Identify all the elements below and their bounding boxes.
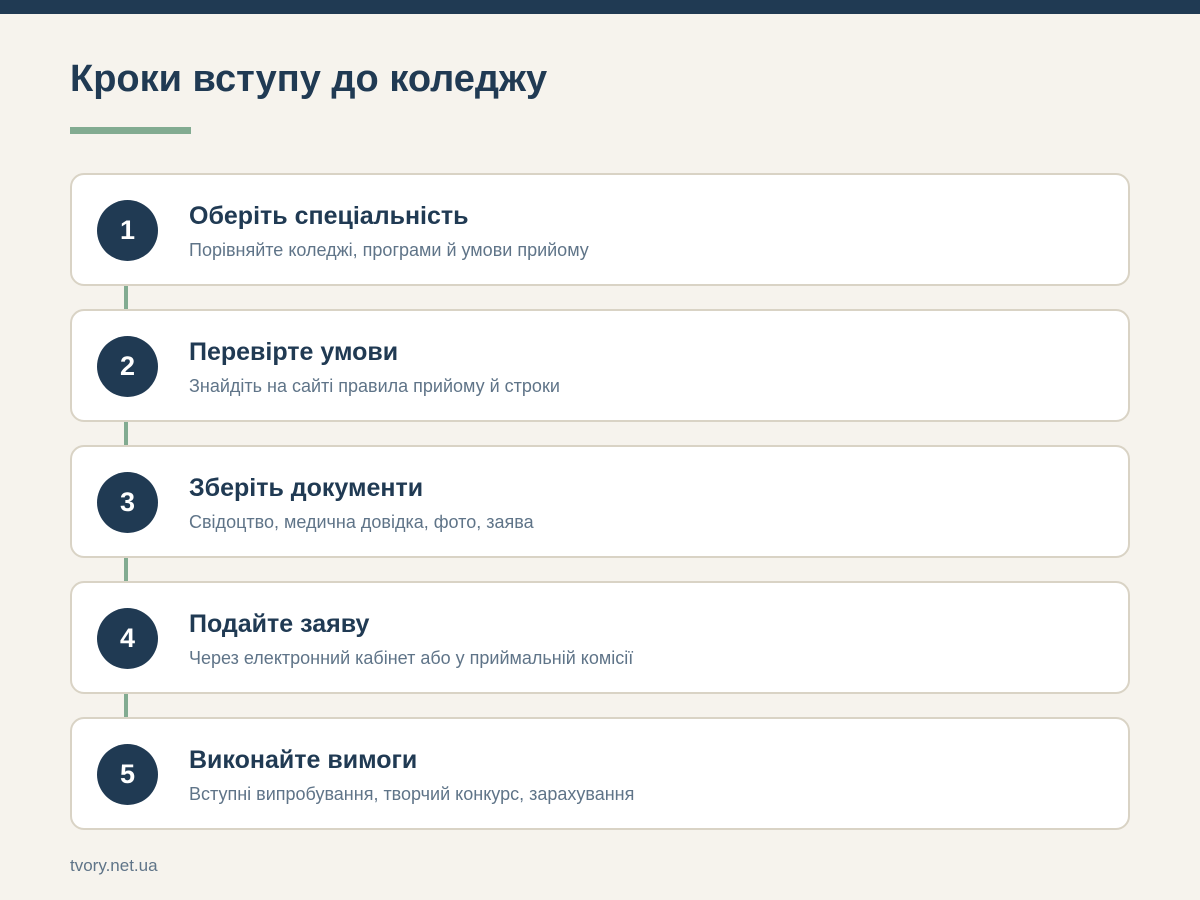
step-description: Порівняйте коледжі, програми й умови при… bbox=[189, 240, 589, 260]
step-card-2: 2 Перевірте умови Знайдіть на сайті прав… bbox=[70, 309, 1130, 422]
page-title: Кроки вступу до коледжу bbox=[70, 58, 548, 100]
step-number-badge: 3 bbox=[97, 472, 158, 533]
step-number-badge: 1 bbox=[97, 200, 158, 261]
step-card-1: 1 Оберіть спеціальність Порівняйте колед… bbox=[70, 173, 1130, 286]
step-title: Виконайте вимоги bbox=[189, 746, 418, 774]
step-connector bbox=[124, 422, 128, 445]
step-description: Вступні випробування, творчий конкурс, з… bbox=[189, 784, 635, 804]
step-title: Перевірте умови bbox=[189, 338, 399, 366]
step-connector bbox=[124, 286, 128, 309]
steps-list: 1 Оберіть спеціальність Порівняйте колед… bbox=[70, 173, 1130, 830]
step-number-badge: 2 bbox=[97, 336, 158, 397]
step-title: Зберіть документи bbox=[189, 474, 424, 502]
step-card-4: 4 Подайте заяву Через електронний кабіне… bbox=[70, 581, 1130, 694]
top-accent-bar bbox=[0, 0, 1200, 14]
footer-source: tvory.net.ua bbox=[70, 856, 158, 875]
step-number-badge: 5 bbox=[97, 744, 158, 805]
step-title: Подайте заяву bbox=[189, 610, 370, 638]
step-connector bbox=[124, 558, 128, 581]
step-connector bbox=[124, 694, 128, 717]
step-card-3: 3 Зберіть документи Свідоцтво, медична д… bbox=[70, 445, 1130, 558]
step-card-5: 5 Виконайте вимоги Вступні випробування,… bbox=[70, 717, 1130, 830]
title-underline bbox=[70, 127, 191, 134]
step-description: Через електронний кабінет або у приймаль… bbox=[189, 648, 634, 668]
step-description: Свідоцтво, медична довідка, фото, заява bbox=[189, 512, 534, 532]
step-description: Знайдіть на сайті правила прийому й стро… bbox=[189, 376, 560, 396]
step-title: Оберіть спеціальність bbox=[189, 202, 469, 230]
step-number-badge: 4 bbox=[97, 608, 158, 669]
